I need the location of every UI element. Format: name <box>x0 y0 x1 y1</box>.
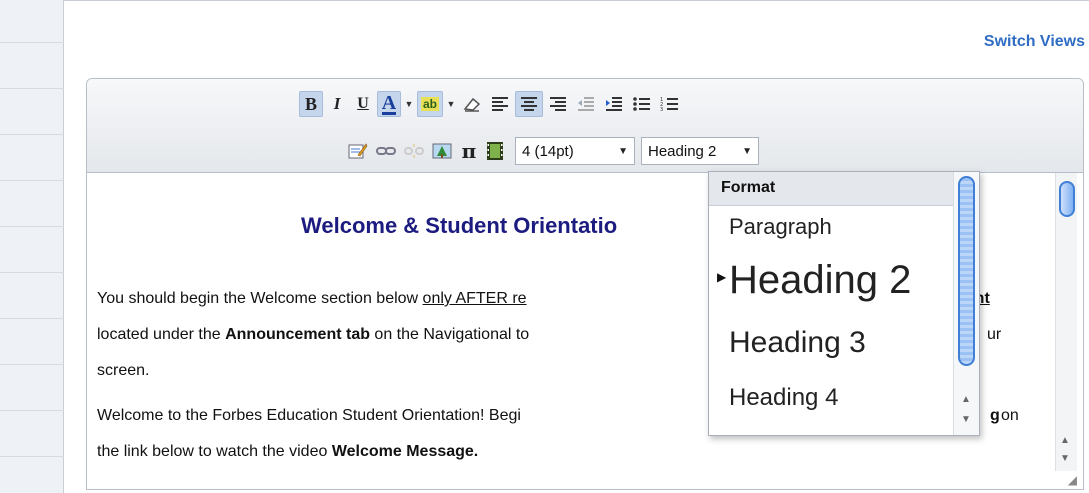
content-line-5: the link below to watch the video Welcom… <box>97 437 478 467</box>
underlined-text: only AFTER re <box>422 290 527 307</box>
gutter-row-line <box>0 410 64 411</box>
align-center-icon[interactable] <box>515 91 544 117</box>
equation-icon[interactable]: π <box>457 138 481 164</box>
content-line-3: screen. <box>97 362 150 379</box>
font-color-button[interactable]: A <box>377 91 401 117</box>
chevron-down-icon: ▼ <box>742 145 752 157</box>
format-dropdown-menu: Format Paragraph ▶ Heading 2 Heading 3 H… <box>708 171 980 436</box>
pi-label: π <box>461 139 477 163</box>
content-line-1: You should begin the Welcome section bel… <box>97 284 990 314</box>
page-title: Welcome & Student Orientatio <box>301 213 618 238</box>
gutter-row-line <box>0 456 64 457</box>
content-line-4: Welcome to the Forbes Education Student … <box>97 401 1019 431</box>
resize-handle-icon[interactable]: ◢ <box>1068 473 1077 487</box>
svg-text:3: 3 <box>660 107 663 112</box>
format-menu-scrollbar[interactable]: ▲ ▼ <box>953 172 979 435</box>
selected-marker-icon: ▶ <box>717 270 727 284</box>
top-border <box>64 0 1089 1</box>
gutter-row-line <box>0 226 64 227</box>
italic-button[interactable]: I <box>325 91 349 117</box>
scroll-down-icon[interactable]: ▼ <box>961 414 971 425</box>
format-select[interactable]: Heading 2 ▼ <box>641 137 759 165</box>
text-run: ur <box>987 326 1002 343</box>
bold-text: g <box>990 407 1000 424</box>
text-run: located under the <box>97 326 226 343</box>
text-run: on <box>1001 407 1019 424</box>
bold-label: B <box>304 93 317 114</box>
gutter-row-line <box>0 272 64 273</box>
indent-icon[interactable] <box>601 91 627 117</box>
toolbar-row-2: π 4 (14pt) ▼ Heading 2 ▼ <box>345 137 759 165</box>
scroll-down-icon[interactable]: ▼ <box>1060 453 1070 464</box>
bulleted-list-icon[interactable] <box>629 91 655 117</box>
format-option-heading-4[interactable]: Heading 4 <box>729 384 838 412</box>
gutter-row-line <box>0 318 64 319</box>
left-gutter <box>0 0 64 493</box>
link-icon[interactable] <box>373 138 399 164</box>
font-size-value: 4 (14pt) <box>522 142 574 160</box>
italic-label: I <box>333 94 341 113</box>
bold-text: Welcome Message. <box>331 443 479 460</box>
gutter-row-line <box>0 180 64 181</box>
format-option-heading-3[interactable]: Heading 3 <box>729 326 866 360</box>
format-option-label: Heading 2 <box>729 258 912 302</box>
highlight-dropdown-arrow[interactable]: ▼ <box>445 91 457 117</box>
text-run: You should begin the Welcome section bel… <box>97 290 423 307</box>
scroll-up-icon[interactable]: ▲ <box>961 394 971 405</box>
switch-views-link[interactable]: Switch Views <box>984 33 1085 51</box>
insert-video-icon[interactable] <box>483 138 507 164</box>
underline-button[interactable]: U <box>351 91 375 117</box>
editor-toolbar: B I U A ▼ ab ▼ 1 2 3 π 4 (14pt) ▼ Headin… <box>87 79 1083 173</box>
font-color-dropdown-arrow[interactable]: ▼ <box>403 91 415 117</box>
gutter-row-line <box>0 42 64 43</box>
editor-scrollbar[interactable]: ▲ ▼ <box>1055 173 1077 471</box>
format-option-paragraph[interactable]: Paragraph <box>729 214 832 240</box>
content-line-2: located under the Announcement tab on th… <box>97 320 1001 350</box>
bold-button[interactable]: B <box>299 91 323 117</box>
align-right-icon[interactable] <box>545 91 571 117</box>
insert-image-icon[interactable] <box>429 138 455 164</box>
unlink-icon[interactable] <box>401 138 427 164</box>
font-color-label: A <box>381 91 397 115</box>
font-size-select[interactable]: 4 (14pt) ▼ <box>515 137 635 165</box>
align-left-icon[interactable] <box>487 91 513 117</box>
text-run: on the Navigational to <box>369 326 530 343</box>
highlight-color-button[interactable]: ab <box>417 91 444 117</box>
toolbar-row-1: B I U A ▼ ab ▼ 1 2 3 <box>299 91 683 117</box>
numbered-list-icon[interactable]: 123 <box>657 91 683 117</box>
gutter-row-line <box>0 134 64 135</box>
scroll-up-icon[interactable]: ▲ <box>1060 435 1070 446</box>
outdent-icon[interactable] <box>573 91 599 117</box>
chevron-down-icon: ▼ <box>618 145 628 157</box>
format-menu-scrollbar-thumb[interactable] <box>958 176 975 366</box>
format-value: Heading 2 <box>648 142 717 160</box>
editor-scrollbar-thumb[interactable] <box>1059 181 1075 217</box>
format-option-heading-2[interactable]: ▶ Heading 2 <box>717 258 912 303</box>
text-run: Welcome to the Forbes Education Student … <box>97 407 521 424</box>
underline-label: U <box>357 95 369 112</box>
edit-note-icon[interactable] <box>345 138 371 164</box>
highlight-label: ab <box>421 97 440 111</box>
text-run: the link below to watch the video <box>97 443 332 460</box>
gutter-row-line <box>0 364 64 365</box>
bold-text: Announcement tab <box>225 326 370 343</box>
format-menu-header: Format <box>709 172 979 206</box>
gutter-row-line <box>0 88 64 89</box>
eraser-icon[interactable] <box>459 91 485 117</box>
